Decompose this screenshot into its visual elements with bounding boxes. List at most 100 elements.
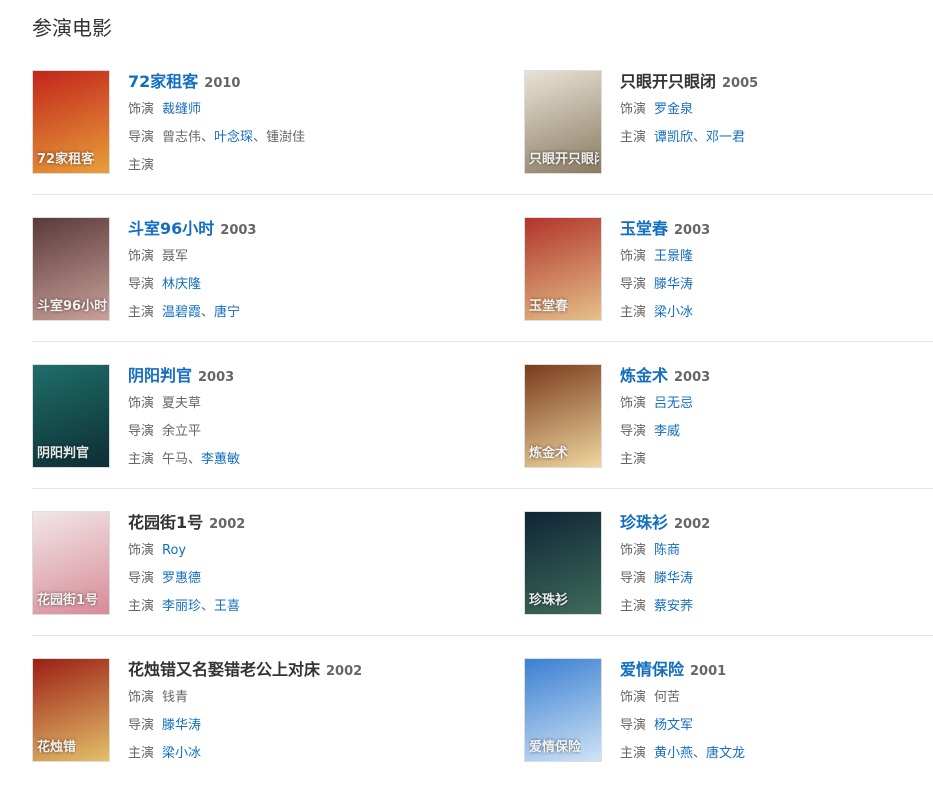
role-label: 饰演	[620, 690, 647, 705]
person-link[interactable]: 叶念琛	[214, 130, 253, 145]
role-label: 饰演	[128, 249, 155, 264]
movie-title[interactable]: 爱情保险	[620, 660, 684, 679]
meta-role: 饰演 裁缝师	[128, 96, 502, 124]
movie-card: 阴阳判官 阴阳判官 2003 饰演 夏夫草 导演 余立平 主演 午马、李蕙敏	[32, 362, 502, 468]
movie-title[interactable]: 斗室96小时	[128, 219, 214, 238]
separator: 、	[693, 746, 707, 761]
movie-poster[interactable]: 花烛错	[32, 658, 110, 762]
movie-poster[interactable]: 72家租客	[32, 70, 110, 174]
director-label: 导演	[128, 424, 155, 439]
person-link[interactable]: 滕华涛	[654, 277, 693, 292]
movie-poster[interactable]: 爱情保险	[524, 658, 602, 762]
movie-card: 花烛错 花烛错又名娶错老公上对床 2002 饰演 钱青 导演 滕华涛 主演 梁小冰	[32, 656, 502, 762]
person-link[interactable]: 陈商	[654, 543, 680, 558]
poster-title: 72家租客	[37, 152, 95, 167]
person-link[interactable]: 谭凯欣	[654, 130, 693, 145]
movie-row: 阴阳判官 阴阳判官 2003 饰演 夏夫草 导演 余立平 主演 午马、李蕙敏 炼金术 炼金术 2003…	[32, 362, 933, 509]
movie-info: 爱情保险 2001 饰演 何苦 导演 杨文军 主演 黄小燕、唐文龙	[620, 656, 933, 768]
meta-cast: 主演 蔡安荞	[620, 593, 933, 621]
cast-label: 主演	[620, 746, 647, 761]
person-link[interactable]: 裁缝师	[162, 102, 201, 117]
person-name: 聂军	[162, 249, 189, 264]
section-title: 参演电影	[32, 16, 112, 40]
title-line: 阴阳判官 2003	[128, 362, 502, 390]
movie-info: 72家租客 2010 饰演 裁缝师 导演 曾志伟、叶念琛、锺澍佳 主演	[128, 68, 502, 180]
movie-title[interactable]: 72家租客	[128, 72, 198, 91]
meta-role: 饰演 Roy	[128, 537, 502, 565]
movie-year: 2002	[209, 517, 246, 532]
movie-year: 2005	[722, 76, 759, 91]
movie-title[interactable]: 炼金术	[620, 366, 668, 385]
person-link[interactable]: 李威	[654, 424, 680, 439]
person-link[interactable]: 蔡安荞	[654, 599, 693, 614]
person-link[interactable]: 罗惠德	[162, 571, 201, 586]
movie-poster[interactable]: 只眼开只眼闭	[524, 70, 602, 174]
separator: 、	[253, 130, 267, 145]
movie-title[interactable]: 玉堂春	[620, 219, 668, 238]
movie-title[interactable]: 珍珠衫	[620, 513, 668, 532]
meta-director: 导演 李威	[620, 418, 933, 446]
person-link[interactable]: 唐文龙	[706, 746, 745, 761]
movie-card: 爱情保险 爱情保险 2001 饰演 何苦 导演 杨文军 主演 黄小燕、唐文龙	[524, 656, 933, 762]
person-link[interactable]: 林庆隆	[162, 277, 201, 292]
movie-info: 斗室96小时 2003 饰演 聂军 导演 林庆隆 主演 温碧霞、唐宁	[128, 215, 502, 327]
person-link[interactable]: 王景隆	[654, 249, 693, 264]
poster-title: 玉堂春	[529, 299, 569, 314]
meta-cast: 主演 黄小燕、唐文龙	[620, 740, 933, 768]
director-label: 导演	[128, 130, 155, 145]
person-name: 夏夫草	[162, 396, 202, 411]
person-link[interactable]: 梁小冰	[654, 305, 693, 320]
movie-poster[interactable]: 阴阳判官	[32, 364, 110, 468]
movie-year: 2003	[198, 370, 235, 385]
movie-poster[interactable]: 玉堂春	[524, 217, 602, 321]
person-link[interactable]: 滕华涛	[162, 718, 201, 733]
movie-poster[interactable]: 花园街1号	[32, 511, 110, 615]
person-link[interactable]: Roy	[162, 543, 186, 558]
movie-card: 珍珠衫 珍珠衫 2002 饰演 陈商 导演 滕华涛 主演 蔡安荞	[524, 509, 933, 615]
person-link[interactable]: 王喜	[214, 599, 240, 614]
cast-label: 主演	[620, 130, 647, 145]
person-name: 何苦	[654, 690, 681, 705]
meta-director: 导演 滕华涛	[128, 712, 502, 740]
movie-title[interactable]: 花园街1号	[128, 513, 203, 532]
movie-card: 玉堂春 玉堂春 2003 饰演 王景隆 导演 滕华涛 主演 梁小冰	[524, 215, 933, 321]
separator: 、	[201, 599, 215, 614]
person-link[interactable]: 黄小燕	[654, 746, 693, 761]
movie-title[interactable]: 阴阳判官	[128, 366, 192, 385]
cast-label: 主演	[128, 305, 155, 320]
movie-grid: 72家租客72家租客2010饰演裁缝师导演曾志伟、叶念琛、锺澍佳主演只眼开只眼闭…	[32, 68, 933, 803]
director-label: 导演	[620, 571, 647, 586]
movie-poster[interactable]: 珍珠衫	[524, 511, 602, 615]
person-link[interactable]: 邓一君	[706, 130, 745, 145]
person-link[interactable]: 梁小冰	[162, 746, 201, 761]
title-line: 只眼开只眼闭 2005	[620, 68, 933, 96]
title-line: 炼金术 2003	[620, 362, 933, 390]
person-link[interactable]: 李蕙敏	[201, 452, 240, 467]
person-link[interactable]: 吕无忌	[654, 396, 693, 411]
poster-title: 斗室96小时	[37, 299, 107, 314]
poster-title: 爱情保险	[529, 740, 582, 755]
movie-title[interactable]: 花烛错又名娶错老公上对床	[128, 660, 320, 679]
director-label: 导演	[128, 718, 155, 733]
person-link[interactable]: 李丽珍	[162, 599, 201, 614]
movie-info: 玉堂春 2003 饰演 王景隆 导演 滕华涛 主演 梁小冰	[620, 215, 933, 327]
movie-card: 花园街1号 花园街1号 2002 饰演 Roy 导演 罗惠德 主演 李丽珍、王喜	[32, 509, 502, 615]
title-line: 72家租客 2010	[128, 68, 502, 96]
person-link[interactable]: 温碧霞	[162, 305, 201, 320]
person-link[interactable]: 罗金泉	[654, 102, 693, 117]
movie-row: 斗室96小时 斗室96小时 2003 饰演 聂军 导演 林庆隆 主演 温碧霞、唐宁 玉堂春 玉堂春 2…	[32, 215, 933, 362]
role-label: 饰演	[128, 102, 155, 117]
row-divider	[32, 194, 933, 195]
movie-poster[interactable]: 斗室96小时	[32, 217, 110, 321]
movie-title[interactable]: 只眼开只眼闭	[620, 72, 716, 91]
cast-label: 主演	[620, 599, 647, 614]
person-link[interactable]: 滕华涛	[654, 571, 693, 586]
movie-poster[interactable]: 炼金术	[524, 364, 602, 468]
meta-cast: 主演 温碧霞、唐宁	[128, 299, 502, 327]
movie-row: 72家租客72家租客2010饰演裁缝师导演曾志伟、叶念琛、锺澍佳主演只眼开只眼闭…	[32, 68, 933, 215]
director-label: 导演	[620, 424, 647, 439]
person-link[interactable]: 杨文军	[654, 718, 693, 733]
poster-title: 花烛错	[37, 740, 77, 755]
meta-role: 饰演 夏夫草	[128, 390, 502, 418]
person-link[interactable]: 唐宁	[214, 305, 240, 320]
